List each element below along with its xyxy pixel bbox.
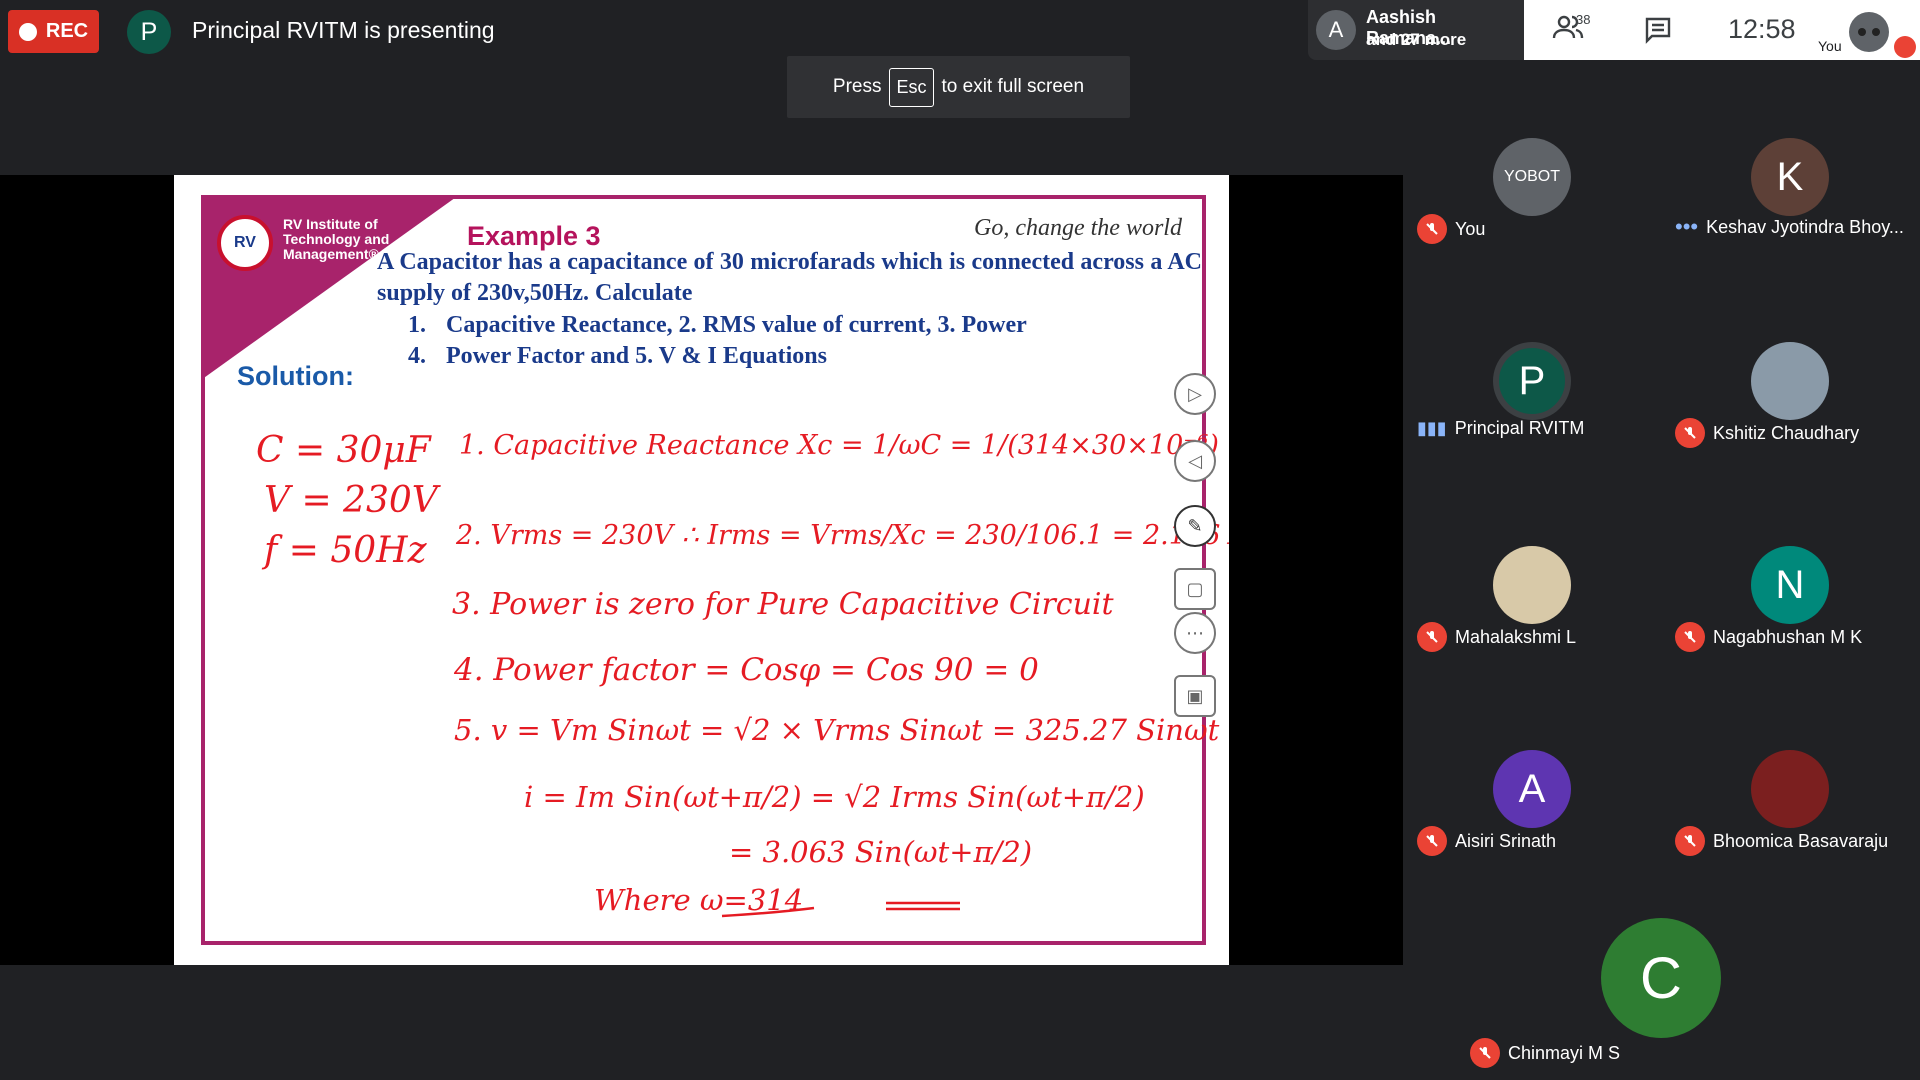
participant-avatar: K bbox=[1751, 138, 1829, 216]
featured-participant-tile[interactable]: C Chinmayi M S bbox=[1460, 876, 1863, 1080]
esc-press-text: Press bbox=[832, 76, 882, 97]
self-muted-icon bbox=[1894, 36, 1916, 58]
participant-tile[interactable]: Kshitiz Chaudhary bbox=[1661, 322, 1917, 522]
screen-tool-icon[interactable]: ▢ bbox=[1174, 568, 1216, 610]
fullscreen-hint: Press Esc to exit full screen bbox=[787, 56, 1130, 118]
mic-off-icon bbox=[1675, 622, 1705, 652]
participant-photo bbox=[1751, 750, 1829, 828]
active-speaker-chip[interactable]: A Aashish Ramana... and 27 more bbox=[1308, 0, 1524, 60]
participant-avatar: N bbox=[1751, 546, 1829, 624]
mic-off-icon bbox=[1417, 214, 1447, 244]
participant-tile[interactable]: Mahalakshmi L bbox=[1403, 526, 1659, 726]
slide-prev-icon[interactable]: ◁ bbox=[1174, 440, 1216, 482]
participant-name: Mahalakshmi L bbox=[1455, 626, 1577, 647]
mic-off-icon bbox=[1470, 1038, 1500, 1068]
esc-key: Esc bbox=[889, 67, 934, 107]
presented-slide: RV RV Institute of Technology and Manage… bbox=[174, 175, 1229, 965]
participant-avatar: YOBOT bbox=[1493, 138, 1571, 216]
participant-name: Aisiri Srinath bbox=[1455, 830, 1557, 851]
participant-photo bbox=[1493, 546, 1571, 624]
present-tool-icon[interactable]: ▣ bbox=[1174, 675, 1216, 717]
featured-avatar: C bbox=[1601, 918, 1721, 1038]
mic-off-icon bbox=[1417, 622, 1447, 652]
self-avatar[interactable] bbox=[1849, 12, 1889, 52]
participant-name: You bbox=[1455, 218, 1486, 239]
speaking-icon: ▮▮▮ bbox=[1417, 418, 1447, 438]
esc-rest-text: to exit full screen bbox=[941, 76, 1085, 97]
clock: 12:58 bbox=[1728, 14, 1796, 44]
chat-icon[interactable] bbox=[1644, 16, 1672, 49]
mic-off-icon bbox=[1675, 418, 1705, 448]
recording-indicator: REC bbox=[8, 10, 99, 53]
participant-tile[interactable]: P ▮▮▮ Principal RVITM bbox=[1403, 322, 1659, 522]
pen-tool-icon[interactable]: ✎ bbox=[1174, 505, 1216, 547]
mic-off-icon bbox=[1417, 826, 1447, 856]
rec-label: REC bbox=[45, 20, 89, 42]
hw-underlines bbox=[721, 901, 960, 918]
participant-name: Nagabhushan M K bbox=[1713, 626, 1863, 647]
participant-avatar: P bbox=[1493, 342, 1571, 420]
bottom-strip bbox=[0, 965, 1403, 1080]
participant-count: 38 bbox=[1576, 12, 1591, 27]
featured-name: Chinmayi M S bbox=[1508, 1042, 1621, 1063]
participant-tile[interactable]: K ••• Keshav Jyotindra Bhoy... bbox=[1661, 118, 1917, 318]
participant-tile[interactable]: N Nagabhushan M K bbox=[1661, 526, 1917, 726]
participant-grid: YOBOT You K ••• Keshav Jyotindra Bhoy... … bbox=[1403, 60, 1920, 876]
active-speaker-more: and 27 more bbox=[1366, 30, 1467, 49]
slide-next-icon[interactable]: ▷ bbox=[1174, 373, 1216, 415]
presenter-avatar: P bbox=[127, 10, 171, 54]
more-dots-icon: ••• bbox=[1675, 214, 1699, 239]
participant-avatar: A bbox=[1493, 750, 1571, 828]
participant-name: Bhoomica Basavaraju bbox=[1713, 830, 1889, 851]
participant-photo bbox=[1751, 342, 1829, 420]
more-options-icon[interactable]: ⋯ bbox=[1174, 612, 1216, 654]
participant-name: Principal RVITM bbox=[1454, 418, 1585, 438]
mic-off-icon bbox=[1675, 826, 1705, 856]
self-label: You bbox=[1818, 38, 1842, 54]
record-dot-icon bbox=[18, 22, 37, 41]
presenter-title: Principal RVITM is presenting bbox=[192, 17, 495, 43]
top-widgets: 38 12:58 You bbox=[1524, 0, 1920, 60]
participant-tile[interactable]: YOBOT You bbox=[1403, 118, 1659, 318]
participant-name: Kshitiz Chaudhary bbox=[1713, 422, 1860, 443]
participant-name: Keshav Jyotindra Bhoy... bbox=[1706, 216, 1904, 237]
active-speaker-avatar: A bbox=[1316, 10, 1356, 50]
